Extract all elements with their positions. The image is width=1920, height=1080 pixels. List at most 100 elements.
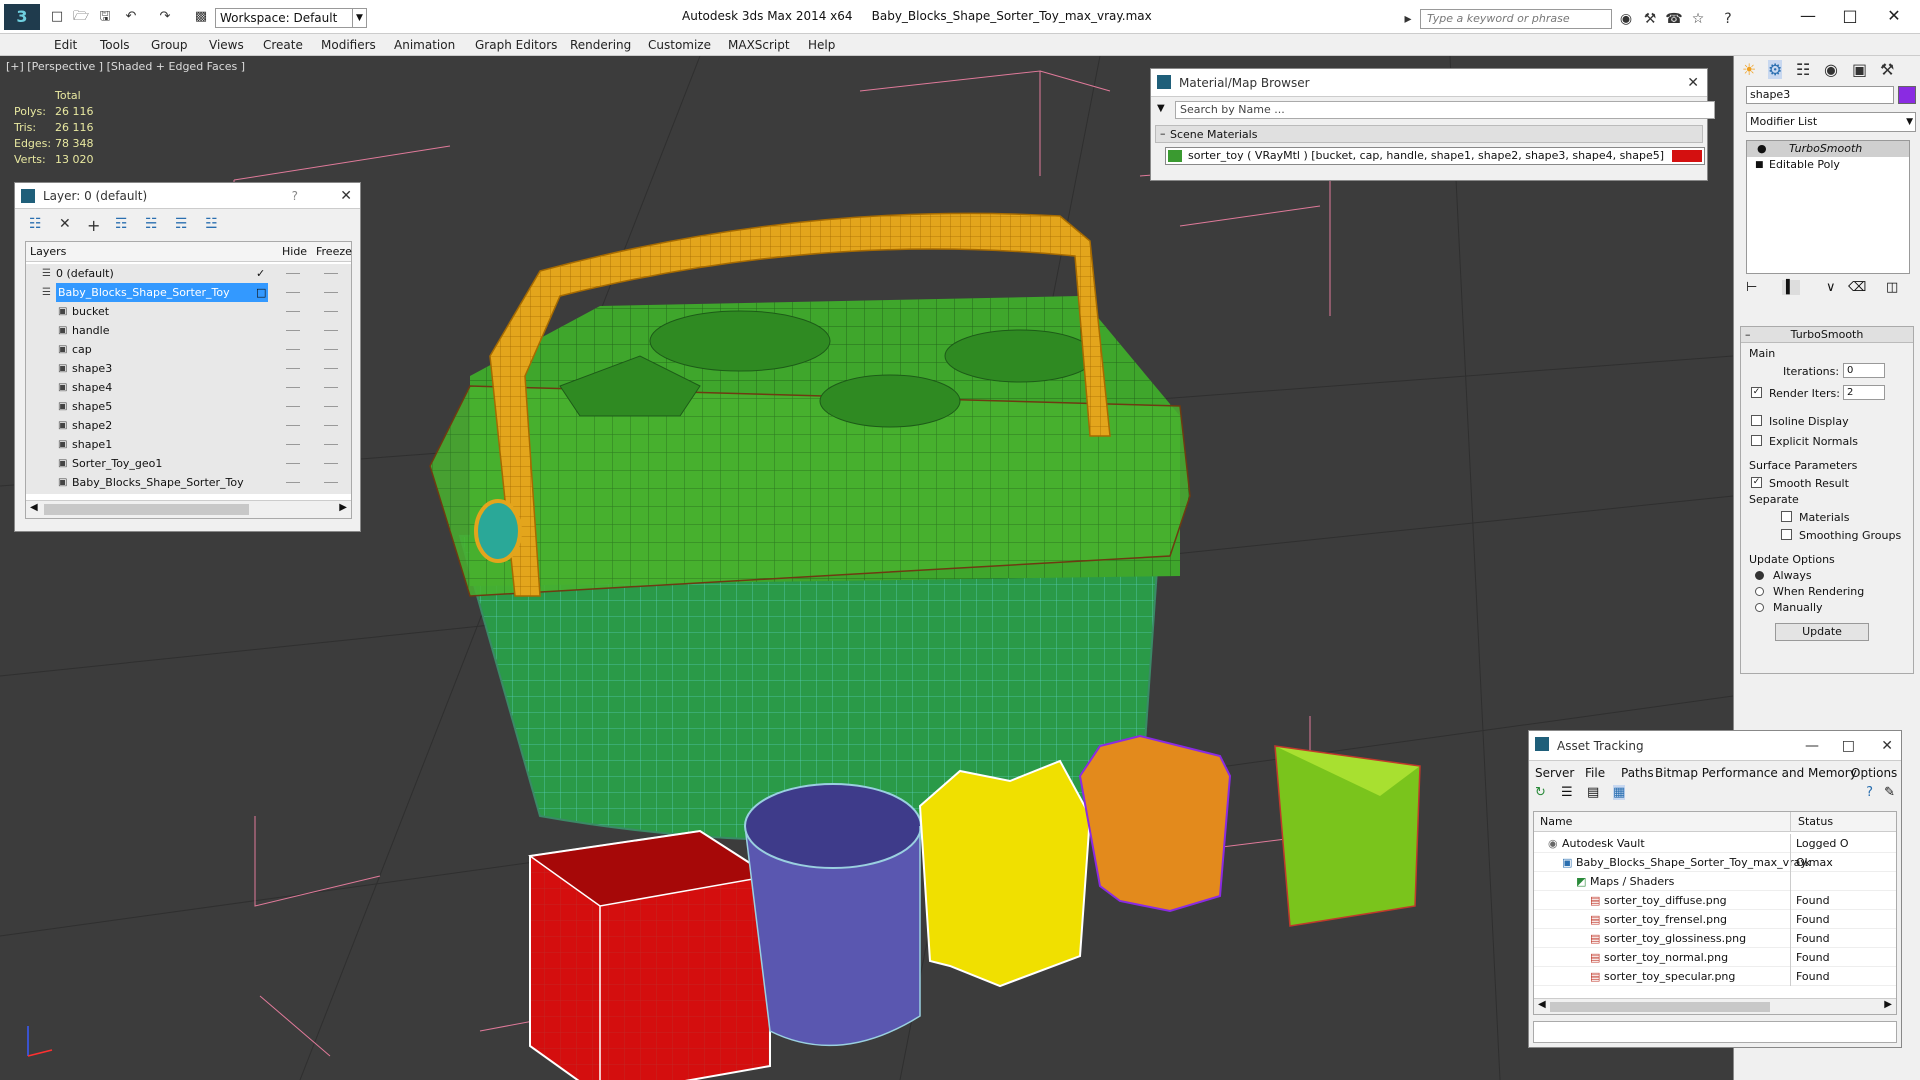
menu-create[interactable]: Create xyxy=(263,38,303,52)
undo-icon[interactable]: ↶ xyxy=(122,8,140,26)
refresh-icon[interactable]: ↻ xyxy=(1535,785,1546,800)
render-iters-checkbox[interactable]: ✓ xyxy=(1751,387,1762,398)
column-layers[interactable]: Layers xyxy=(30,245,66,258)
freeze-toggle[interactable] xyxy=(324,368,338,369)
hide-toggle[interactable] xyxy=(286,292,300,293)
layer-row[interactable]: ▣ handle xyxy=(26,321,351,340)
column-freeze[interactable]: Freeze xyxy=(316,245,352,258)
asset-row[interactable]: ◩ Maps / Shaders xyxy=(1534,872,1896,891)
help-icon[interactable]: ? xyxy=(1718,10,1738,28)
layer-row[interactable]: ☰ 0 (default) ✓ xyxy=(26,264,351,283)
tree-view-icon[interactable]: ▤ xyxy=(1587,785,1599,800)
close-button[interactable]: ✕ xyxy=(1874,6,1914,28)
minimize-button[interactable]: — xyxy=(1788,6,1828,28)
freeze-all-layers-icon[interactable]: ☳ xyxy=(205,216,218,232)
horizontal-scrollbar[interactable]: ◀ ▶ xyxy=(1534,998,1896,1014)
freeze-toggle[interactable] xyxy=(324,444,338,445)
column-hide[interactable]: Hide xyxy=(282,245,307,258)
scrollbar-thumb[interactable] xyxy=(1550,1002,1770,1012)
rollout-header[interactable]: – TurboSmooth xyxy=(1741,327,1913,343)
save-icon[interactable]: 🖫 xyxy=(96,8,114,26)
app-logo-icon[interactable]: 3 xyxy=(4,4,40,30)
asset-row[interactable]: ▣ Baby_Blocks_Shape_Sorter_Toy_max_vray.m… xyxy=(1534,853,1896,872)
menu-paths[interactable]: Paths xyxy=(1621,766,1654,780)
menu-file[interactable]: File xyxy=(1585,766,1605,780)
highlight-icon[interactable]: ✎ xyxy=(1884,785,1895,800)
menu-graph-editors[interactable]: Graph Editors xyxy=(475,38,557,52)
freeze-toggle[interactable] xyxy=(324,482,338,483)
asset-row[interactable]: ▤ sorter_toy_diffuse.png Found xyxy=(1534,891,1896,910)
scroll-right-icon[interactable]: ▶ xyxy=(339,502,347,513)
hide-toggle[interactable] xyxy=(286,463,300,464)
freeze-toggle[interactable] xyxy=(324,425,338,426)
update-button[interactable]: Update xyxy=(1775,623,1869,641)
workspace-dropdown[interactable]: Workspace: Default ▼ xyxy=(215,8,367,28)
subscription-icon[interactable]: ⚒ xyxy=(1640,10,1660,28)
asset-row[interactable]: ▤ sorter_toy_frensel.png Found xyxy=(1534,910,1896,929)
freeze-toggle[interactable] xyxy=(324,463,338,464)
horizontal-scrollbar[interactable]: ◀ ▶ xyxy=(26,500,351,518)
layer-row[interactable]: ▣ Sorter_Toy_geo1 xyxy=(26,454,351,473)
redo-icon[interactable]: ↷ xyxy=(156,8,174,26)
render-iters-spinner[interactable]: 2 xyxy=(1843,385,1885,400)
highlight-layer-icon[interactable]: ☵ xyxy=(145,216,158,232)
expand-icon[interactable]: ■ xyxy=(1755,157,1764,173)
stack-item-editable-poly[interactable]: ■ Editable Poly xyxy=(1747,157,1909,173)
asset-row[interactable]: ◉ Autodesk Vault Logged O xyxy=(1534,834,1896,853)
help-icon[interactable]: ? xyxy=(1866,785,1873,800)
scrollbar-thumb[interactable] xyxy=(44,504,249,515)
project-folder-icon[interactable]: ▩ xyxy=(192,8,210,26)
hide-toggle[interactable] xyxy=(286,330,300,331)
list-view-icon[interactable]: ☰ xyxy=(1561,785,1573,800)
minimize-button[interactable]: — xyxy=(1805,731,1819,761)
hide-toggle[interactable] xyxy=(286,425,300,426)
menu-server[interactable]: Server xyxy=(1535,766,1574,780)
set-active-layer-icon[interactable]: □ xyxy=(256,283,266,302)
asset-path-field[interactable] xyxy=(1533,1021,1897,1043)
column-status[interactable]: Status xyxy=(1798,815,1833,828)
freeze-toggle[interactable] xyxy=(324,387,338,388)
smooth-result-checkbox[interactable]: ✓ xyxy=(1751,477,1762,488)
viewport-label[interactable]: [+] [Perspective ] [Shaded + Edged Faces… xyxy=(6,60,245,73)
layer-row[interactable]: ▣ Baby_Blocks_Shape_Sorter_Toy xyxy=(26,473,351,492)
object-color-swatch[interactable] xyxy=(1898,86,1916,104)
asset-tracking-titlebar[interactable]: Asset Tracking — □ ✕ xyxy=(1529,731,1901,761)
menu-modifiers[interactable]: Modifiers xyxy=(321,38,376,52)
menu-customize[interactable]: Customize xyxy=(648,38,711,52)
add-to-layer-icon[interactable]: + xyxy=(87,216,100,235)
hide-toggle[interactable] xyxy=(286,311,300,312)
pin-stack-icon[interactable]: ⊢ xyxy=(1746,280,1757,295)
layer-row[interactable]: ▣ shape5 xyxy=(26,397,351,416)
open-file-icon[interactable]: 🗁 xyxy=(72,8,90,26)
layer-row[interactable]: ▣ shape2 xyxy=(26,416,351,435)
menu-group[interactable]: Group xyxy=(151,38,188,52)
scroll-right-icon[interactable]: ▶ xyxy=(1884,999,1892,1010)
motion-tab-icon[interactable]: ◉ xyxy=(1824,60,1838,79)
collapse-icon[interactable]: – xyxy=(1745,327,1751,343)
hierarchy-tab-icon[interactable]: ☷ xyxy=(1796,60,1810,79)
layer-row[interactable]: ▣ shape3 xyxy=(26,359,351,378)
collapse-icon[interactable]: – xyxy=(1160,127,1166,140)
asset-row[interactable]: ▤ sorter_toy_normal.png Found xyxy=(1534,948,1896,967)
menu-dropdown-icon[interactable]: ▼ xyxy=(1157,103,1165,114)
freeze-toggle[interactable] xyxy=(324,349,338,350)
material-browser-titlebar[interactable]: Material/Map Browser ✕ xyxy=(1151,69,1707,97)
lightbulb-icon[interactable]: ● xyxy=(1757,141,1767,157)
freeze-toggle[interactable] xyxy=(324,330,338,331)
remove-modifier-icon[interactable]: ⌫ xyxy=(1848,280,1866,295)
select-objects-icon[interactable]: ☶ xyxy=(115,216,128,232)
help-icon[interactable]: ? xyxy=(292,183,298,209)
freeze-toggle[interactable] xyxy=(324,406,338,407)
hide-toggle[interactable] xyxy=(286,349,300,350)
menu-rendering[interactable]: Rendering xyxy=(570,38,631,52)
material-item[interactable]: sorter_toy ( VRayMtl ) [bucket, cap, han… xyxy=(1165,147,1705,165)
layer-row[interactable]: ▣ cap xyxy=(26,340,351,359)
manually-radio[interactable] xyxy=(1755,603,1764,612)
menu-tools[interactable]: Tools xyxy=(100,38,130,52)
column-divider[interactable] xyxy=(1790,812,1791,832)
column-name[interactable]: Name xyxy=(1540,815,1572,828)
scroll-left-icon[interactable]: ◀ xyxy=(1538,999,1546,1010)
layer-panel-titlebar[interactable]: Layer: 0 (default) ? ✕ xyxy=(15,183,360,209)
hide-toggle[interactable] xyxy=(286,368,300,369)
hide-toggle[interactable] xyxy=(286,406,300,407)
